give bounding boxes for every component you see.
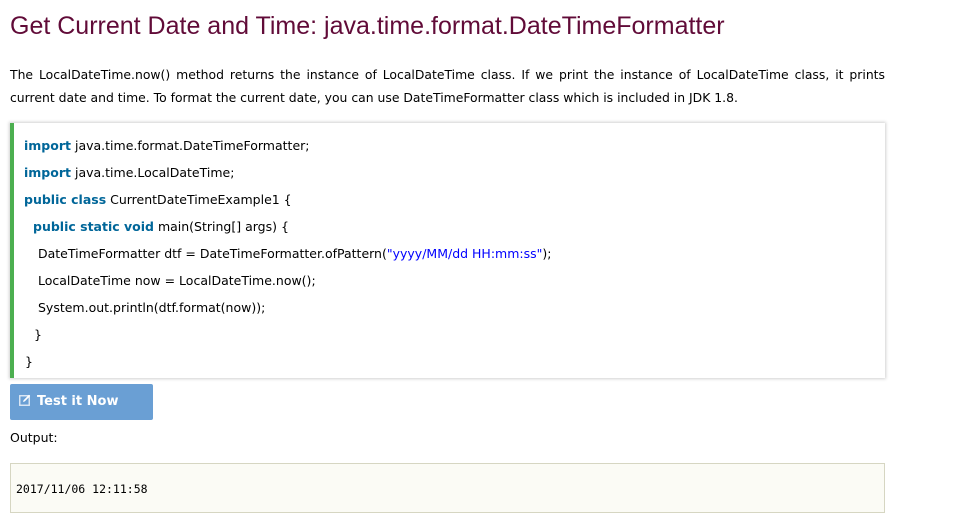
test-it-now-label: Test it Now <box>37 394 119 409</box>
intro-paragraph: The LocalDateTime.now() method returns t… <box>10 67 885 105</box>
output-label: Output: <box>10 430 58 445</box>
code-line-5: DateTimeFormatter dtf = DateTimeFormatte… <box>38 244 551 264</box>
code-text: DateTimeFormatter dtf = DateTimeFormatte… <box>38 246 387 261</box>
code-text: main(String[] args) { <box>153 219 289 234</box>
output-box: 2017/11/06 12:11:58 <box>10 463 885 513</box>
code-string: "yyyy/MM/dd HH:mm:ss" <box>386 246 543 261</box>
code-line-3: public class CurrentDateTimeExample1 { <box>24 190 292 210</box>
code-line-6: LocalDateTime now = LocalDateTime.now(); <box>38 273 316 288</box>
code-text: java.time.format.DateTimeFormatter; <box>71 138 310 153</box>
page-title: Get Current Date and Time: java.time.for… <box>10 12 725 40</box>
code-line-1: import java.time.format.DateTimeFormatte… <box>24 136 310 156</box>
code-keyword: public class <box>24 192 107 207</box>
code-line-9: } <box>25 354 33 369</box>
code-keyword: import <box>24 138 71 153</box>
code-keyword: public static void <box>33 219 154 234</box>
code-text: CurrentDateTimeExample1 { <box>106 192 292 207</box>
output-value: 2017/11/06 12:11:58 <box>16 482 148 496</box>
edit-icon <box>19 394 31 406</box>
code-line-2: import java.time.LocalDateTime; <box>24 163 234 183</box>
code-text: ); <box>542 246 552 261</box>
code-line-4: public static void main(String[] args) { <box>33 217 289 237</box>
code-block: import java.time.format.DateTimeFormatte… <box>10 123 885 378</box>
code-text: java.time.LocalDateTime; <box>71 165 235 180</box>
code-line-7: System.out.println(dtf.format(now)); <box>38 300 266 315</box>
code-keyword: import <box>24 165 71 180</box>
code-line-8: } <box>34 327 42 342</box>
test-it-now-button[interactable]: Test it Now <box>10 384 153 420</box>
